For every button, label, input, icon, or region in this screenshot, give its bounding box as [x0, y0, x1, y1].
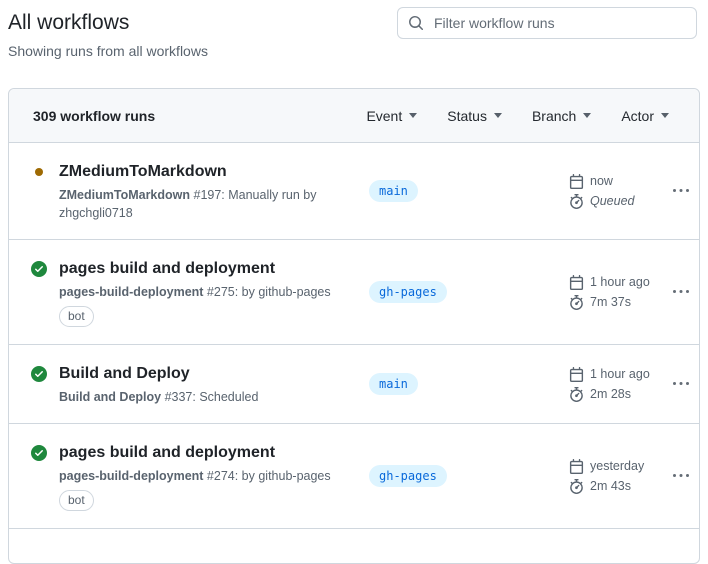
table-header: 309 workflow runs Event Status Branch Ac…: [9, 89, 699, 143]
duration-label: 2m 28s: [590, 387, 631, 401]
run-info: pages build and deployment pages-build-d…: [59, 441, 369, 511]
chevron-down-icon: [494, 113, 502, 118]
duration-label: Queued: [590, 194, 634, 208]
chevron-down-icon: [583, 113, 591, 118]
stopwatch-icon: [569, 194, 584, 209]
workflow-name: pages-build-deployment: [59, 285, 203, 299]
run-duration: 7m 37s: [569, 295, 669, 310]
run-duration: Queued: [569, 194, 669, 209]
run-subtitle: ZMediumToMarkdown #197: Manually run by …: [59, 186, 349, 222]
kebab-horizontal-icon: [673, 376, 689, 392]
run-started-time: now: [569, 174, 669, 189]
time-column: 1 hour ago 7m 37s: [569, 275, 669, 310]
run-summary: pages build and deployment pages-build-d…: [31, 257, 369, 327]
branch-badge[interactable]: gh-pages: [369, 465, 447, 487]
branch-filter-label: Branch: [532, 108, 576, 124]
workflow-run-row[interactable]: Build and Deploy Build and Deploy #337: …: [9, 345, 699, 424]
branch-badge[interactable]: main: [369, 373, 418, 395]
filter-bar: Event Status Branch Actor: [366, 108, 669, 124]
time-column: yesterday 2m 43s: [569, 459, 669, 494]
time-label: 1 hour ago: [590, 367, 650, 381]
run-info: ZMediumToMarkdown ZMediumToMarkdown #197…: [59, 160, 369, 222]
run-started-time: 1 hour ago: [569, 275, 669, 290]
branch-column: gh-pages: [369, 465, 569, 487]
time-column: now Queued: [569, 174, 669, 209]
run-detail: #337: Scheduled: [161, 390, 258, 404]
time-label: now: [590, 174, 613, 188]
workflow-name: ZMediumToMarkdown: [59, 188, 190, 202]
time-column: 1 hour ago 2m 28s: [569, 367, 669, 402]
run-title-link[interactable]: ZMediumToMarkdown: [59, 160, 227, 184]
branch-column: main: [369, 373, 569, 395]
status-success-check-icon: [31, 261, 47, 277]
stopwatch-icon: [569, 479, 584, 494]
workflow-name: Build and Deploy: [59, 390, 161, 404]
run-options-kebab-button[interactable]: [669, 280, 693, 304]
actor-filter-dropdown[interactable]: Actor: [621, 108, 669, 124]
search-icon: [408, 15, 424, 31]
calendar-icon: [569, 275, 584, 290]
status-filter-label: Status: [447, 108, 487, 124]
duration-label: 7m 37s: [590, 295, 631, 309]
event-filter-dropdown[interactable]: Event: [366, 108, 417, 124]
run-summary: Build and Deploy Build and Deploy #337: …: [31, 362, 369, 406]
run-subtitle: Build and Deploy #337: Scheduled: [59, 388, 349, 406]
run-summary: pages build and deployment pages-build-d…: [31, 441, 369, 511]
workflow-run-count: 309 workflow runs: [33, 108, 155, 124]
page-subtitle: Showing runs from all workflows: [8, 41, 697, 61]
calendar-icon: [569, 367, 584, 382]
run-title-link[interactable]: pages build and deployment: [59, 257, 275, 281]
run-title-link[interactable]: pages build and deployment: [59, 441, 275, 465]
status-success-check-icon: [31, 366, 47, 382]
run-started-time: 1 hour ago: [569, 367, 669, 382]
branch-column: gh-pages: [369, 281, 569, 303]
run-info: Build and Deploy Build and Deploy #337: …: [59, 362, 369, 406]
branch-filter-dropdown[interactable]: Branch: [532, 108, 591, 124]
run-options-kebab-button[interactable]: [669, 464, 693, 488]
run-info: pages build and deployment pages-build-d…: [59, 257, 369, 327]
run-options-kebab-button[interactable]: [669, 179, 693, 203]
kebab-horizontal-icon: [673, 284, 689, 300]
run-duration: 2m 43s: [569, 479, 669, 494]
run-summary: ZMediumToMarkdown ZMediumToMarkdown #197…: [31, 160, 369, 222]
run-started-time: yesterday: [569, 459, 669, 474]
workflow-run-row[interactable]: pages build and deployment pages-build-d…: [9, 240, 699, 345]
chevron-down-icon: [409, 113, 417, 118]
branch-badge[interactable]: main: [369, 180, 418, 202]
event-filter-label: Event: [366, 108, 402, 124]
time-label: 1 hour ago: [590, 275, 650, 289]
page-header: All workflows Showing runs from all work…: [0, 0, 708, 62]
status-success-check-icon: [31, 445, 47, 461]
stopwatch-icon: [569, 295, 584, 310]
filter-workflow-runs-input[interactable]: [432, 14, 686, 32]
workflow-run-row-partial: [9, 529, 699, 563]
run-duration: 2m 28s: [569, 387, 669, 402]
workflow-run-row[interactable]: ZMediumToMarkdown ZMediumToMarkdown #197…: [9, 143, 699, 240]
workflow-run-row[interactable]: pages build and deployment pages-build-d…: [9, 424, 699, 529]
workflow-name: pages-build-deployment: [59, 469, 203, 483]
actor-filter-label: Actor: [621, 108, 654, 124]
kebab-horizontal-icon: [673, 183, 689, 199]
bot-badge: bot: [59, 306, 94, 327]
calendar-icon: [569, 459, 584, 474]
calendar-icon: [569, 174, 584, 189]
status-filter-dropdown[interactable]: Status: [447, 108, 502, 124]
bot-badge: bot: [59, 490, 94, 511]
run-detail: #275: by github-pages: [203, 285, 330, 299]
run-detail: #274: by github-pages: [203, 469, 330, 483]
run-options-kebab-button[interactable]: [669, 372, 693, 396]
kebab-horizontal-icon: [673, 468, 689, 484]
status-queued-dot-icon: [31, 164, 47, 180]
run-title-link[interactable]: Build and Deploy: [59, 362, 190, 386]
branch-badge[interactable]: gh-pages: [369, 281, 447, 303]
run-subtitle: pages-build-deployment #275: by github-p…: [59, 283, 349, 301]
workflow-filter-searchbox[interactable]: [397, 7, 697, 39]
chevron-down-icon: [661, 113, 669, 118]
duration-label: 2m 43s: [590, 479, 631, 493]
branch-column: main: [369, 180, 569, 202]
run-subtitle: pages-build-deployment #274: by github-p…: [59, 467, 349, 485]
time-label: yesterday: [590, 459, 644, 473]
workflow-runs-table: 309 workflow runs Event Status Branch Ac…: [8, 88, 700, 564]
stopwatch-icon: [569, 387, 584, 402]
